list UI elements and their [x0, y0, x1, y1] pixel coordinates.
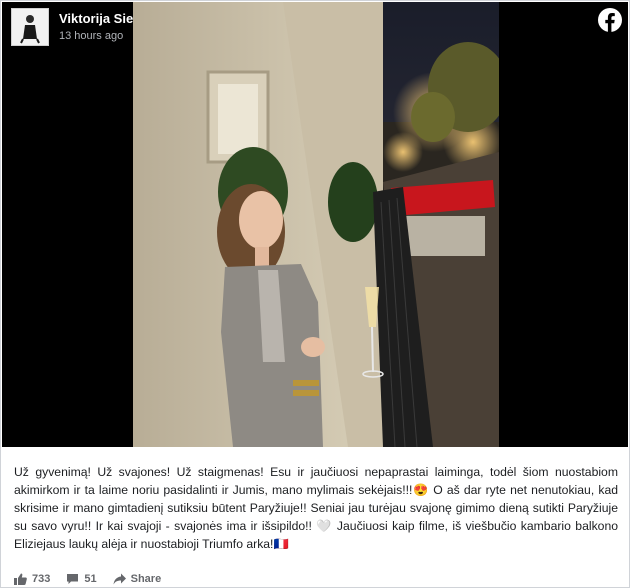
facebook-icon[interactable]	[598, 8, 622, 32]
post-photo[interactable]	[133, 2, 499, 447]
comment-count: 51	[84, 573, 97, 585]
author-avatar[interactable]	[11, 8, 49, 46]
post-actions: 733 51 Share	[14, 571, 161, 587]
comment-icon	[66, 573, 79, 585]
facebook-post: Viktorija Siegel - Suodaitė 13 hours ago	[0, 0, 630, 588]
share-action[interactable]: Share	[113, 573, 162, 585]
post-media-area: Viktorija Siegel - Suodaitė 13 hours ago	[2, 2, 628, 447]
share-arrow-icon	[113, 573, 126, 585]
comment-action[interactable]: 51	[66, 573, 97, 585]
like-count: 733	[32, 573, 51, 585]
post-timestamp[interactable]: 13 hours ago	[59, 30, 123, 42]
like-action[interactable]: 733	[14, 573, 50, 585]
share-label: Share	[130, 573, 162, 585]
post-caption: Už gyvenimą! Už svajones! Už staigmenas!…	[14, 465, 618, 551]
thumbs-up-icon	[14, 573, 27, 585]
